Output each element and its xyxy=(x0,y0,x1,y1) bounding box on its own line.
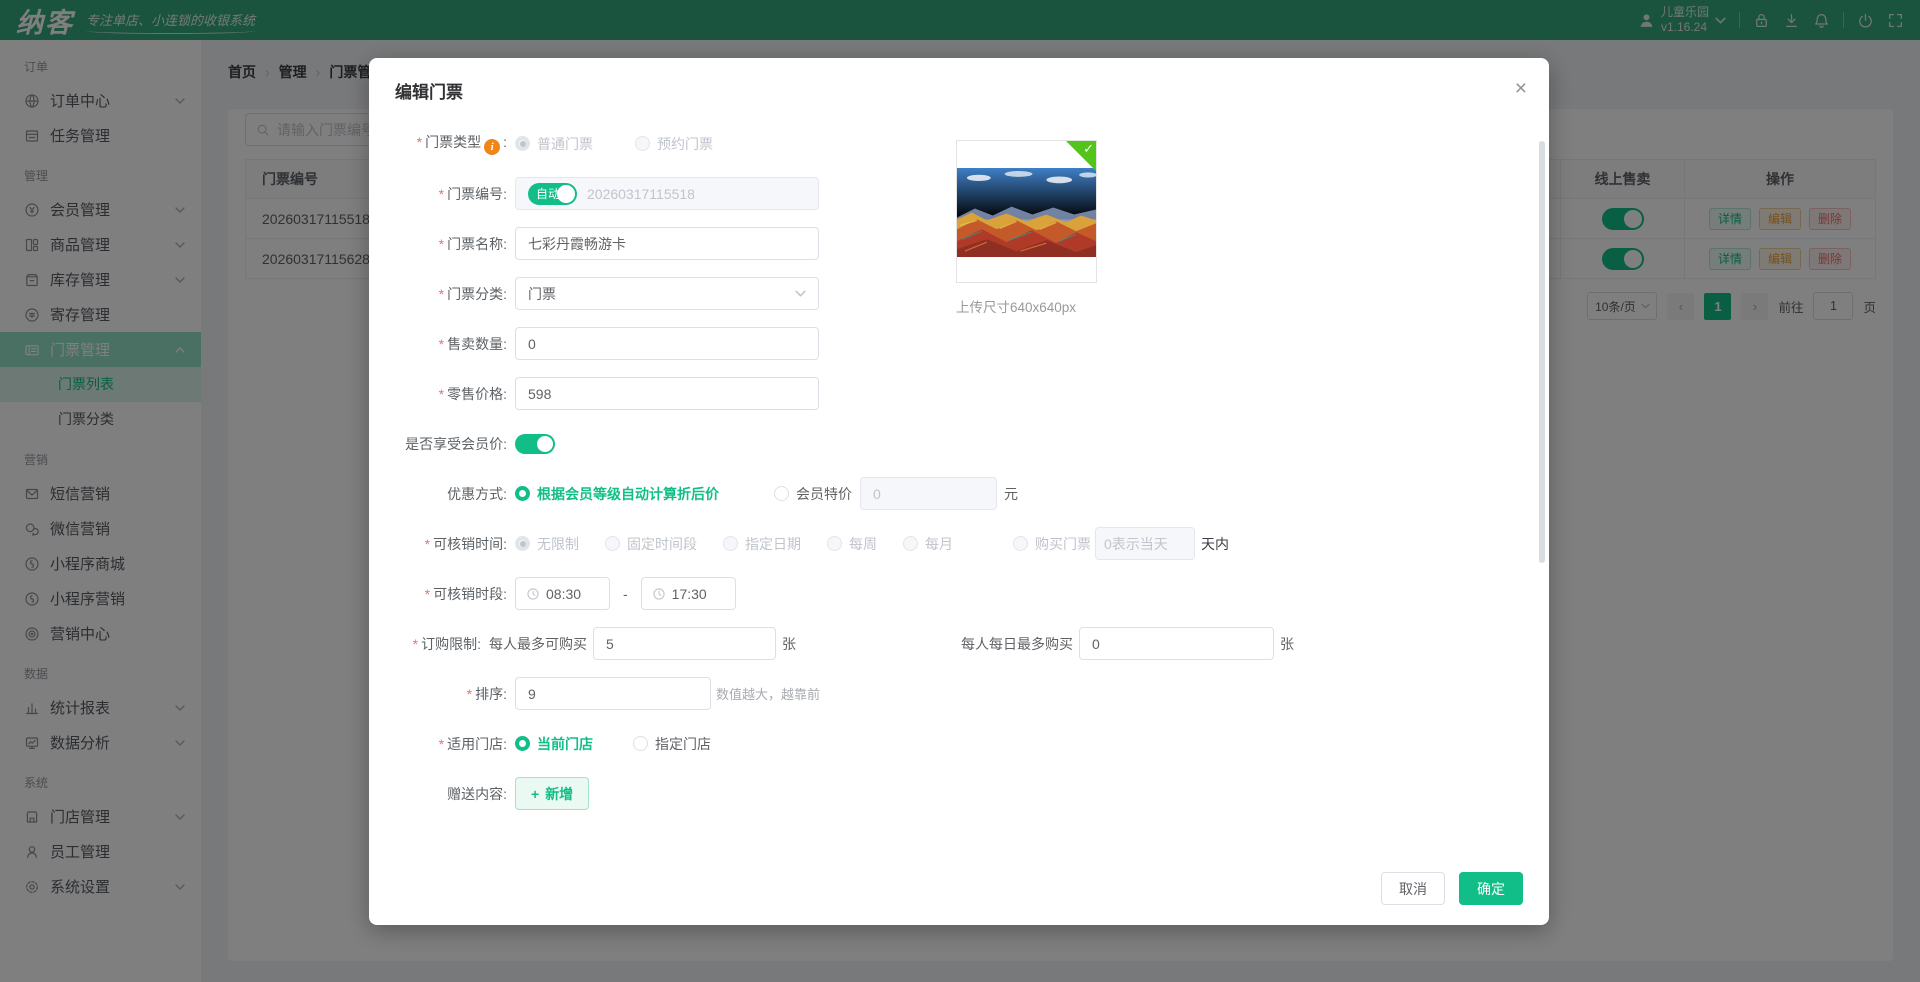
radio-icon xyxy=(903,536,918,551)
radio-label: 当前门店 xyxy=(537,734,593,754)
radio-icon xyxy=(635,136,650,151)
auto-toggle[interactable]: 自动 xyxy=(528,183,577,205)
limit-text-per-person: 每人最多可购买 xyxy=(489,634,587,654)
days-input: 0表示当天 xyxy=(1095,527,1195,560)
radio-label: 预约门票 xyxy=(657,134,713,154)
radio-label: 每月 xyxy=(925,534,953,554)
radio-normal-ticket[interactable]: 普通门票 xyxy=(515,134,593,154)
field-retail-price: 零售价格: 598 xyxy=(395,377,1549,410)
info-icon[interactable]: i xyxy=(484,139,500,155)
ticket-code-input: 自动 20260317115518 xyxy=(515,177,819,210)
sort-hint: 数值越大，越靠前 xyxy=(716,684,820,703)
unit-days: 天内 xyxy=(1201,534,1229,554)
radio-icon xyxy=(515,486,530,501)
radio-label: 每周 xyxy=(849,534,877,554)
field-discount-mode: 优惠方式: 根据会员等级自动计算折后价 会员特价 0 元 xyxy=(395,477,1549,510)
field-purchase-limit: 订购限制: 每人最多可购买 5 张 每人每日最多购买 0 张 xyxy=(395,627,1549,660)
radio-icon xyxy=(515,536,530,551)
field-label: 门票名称: xyxy=(395,234,507,254)
radio-fixed-period: 固定时间段 xyxy=(605,534,697,554)
field-label: 门票分类: xyxy=(395,284,507,304)
radio-icon xyxy=(633,736,648,751)
radio-label: 指定门店 xyxy=(655,734,711,754)
radio-label: 根据会员等级自动计算折后价 xyxy=(537,484,719,504)
modal-scrollbar[interactable] xyxy=(1539,141,1545,563)
radio-auto-discount[interactable]: 根据会员等级自动计算折后价 xyxy=(515,484,719,504)
field-label: 排序: xyxy=(395,684,507,704)
unit-yuan: 元 xyxy=(1004,484,1018,504)
field-gift-content: 赠送内容: + 新增 xyxy=(395,777,1549,810)
radio-current-store[interactable]: 当前门店 xyxy=(515,734,593,754)
radio-icon xyxy=(827,536,842,551)
field-label: 适用门店: xyxy=(395,734,507,754)
check-icon: ✓ xyxy=(1083,141,1094,157)
field-sale-qty: 售卖数量: 0 xyxy=(395,327,1549,360)
sort-input[interactable]: 9 xyxy=(515,677,711,710)
radio-member-special-price[interactable]: 会员特价 xyxy=(774,484,852,504)
member-special-price-input: 0 xyxy=(860,477,997,510)
radio-label: 无限制 xyxy=(537,534,579,554)
retail-price-input[interactable]: 598 xyxy=(515,377,819,410)
field-label: 是否享受会员价: xyxy=(395,434,507,454)
time-separator: - xyxy=(623,586,628,602)
field-label: 门票类型i: xyxy=(395,132,507,155)
edit-ticket-modal: 编辑门票 × 门票类型i: 普通门票 预约门票 门票编号: 自动 2026031… xyxy=(369,58,1549,925)
field-sort: 排序: 9 数值越大，越靠前 xyxy=(395,677,1549,710)
field-label: 门票编号: xyxy=(395,184,507,204)
upload-size-hint: 上传尺寸640x640px xyxy=(956,296,1076,316)
ticket-photo xyxy=(957,168,1096,257)
plus-icon: + xyxy=(531,786,539,802)
cancel-button[interactable]: 取消 xyxy=(1381,872,1445,905)
unit-zhang: 张 xyxy=(782,634,796,654)
field-label: 可核销时间: xyxy=(395,534,507,554)
field-verify-time: 可核销时间: 无限制 固定时间段 指定日期 每周 每月 xyxy=(395,527,1549,560)
radio-label: 会员特价 xyxy=(796,484,852,504)
member-price-toggle[interactable] xyxy=(515,434,555,454)
field-label: 赠送内容: xyxy=(395,784,507,804)
field-applicable-stores: 适用门店: 当前门店 指定门店 xyxy=(395,727,1549,760)
radio-reserve-ticket[interactable]: 预约门票 xyxy=(635,134,713,154)
max-per-person-input[interactable]: 5 xyxy=(593,627,776,660)
modal-title: 编辑门票 xyxy=(395,78,463,103)
limit-text-per-day: 每人每日最多购买 xyxy=(961,634,1073,654)
radio-weekly: 每周 xyxy=(827,534,877,554)
radio-label: 普通门票 xyxy=(537,134,593,154)
radio-icon xyxy=(515,736,530,751)
end-time-picker[interactable]: 17:30 xyxy=(641,577,736,610)
add-gift-button[interactable]: + 新增 xyxy=(515,777,589,810)
radio-label: 购买门票 xyxy=(1035,534,1091,554)
sale-qty-input[interactable]: 0 xyxy=(515,327,819,360)
radio-icon xyxy=(1013,536,1028,551)
start-time-picker[interactable]: 08:30 xyxy=(515,577,610,610)
field-label: 可核销时段: xyxy=(395,584,507,604)
radio-monthly: 每月 xyxy=(903,534,953,554)
unit-zhang: 张 xyxy=(1280,634,1294,654)
clock-icon xyxy=(526,587,540,601)
ticket-code-value: 20260317115518 xyxy=(587,186,695,202)
field-member-price: 是否享受会员价: xyxy=(395,427,1549,460)
radio-specified-date: 指定日期 xyxy=(723,534,801,554)
clock-icon xyxy=(652,587,666,601)
radio-label: 指定日期 xyxy=(745,534,801,554)
field-label: 订购限制: xyxy=(395,634,481,654)
radio-icon xyxy=(605,536,620,551)
confirm-button[interactable]: 确定 xyxy=(1459,872,1523,905)
ticket-category-select[interactable]: 门票 xyxy=(515,277,819,310)
radio-icon xyxy=(515,136,530,151)
ticket-image-upload[interactable]: ✓ xyxy=(956,140,1097,283)
radio-icon xyxy=(723,536,738,551)
close-icon[interactable]: × xyxy=(1515,78,1527,99)
radio-icon xyxy=(774,486,789,501)
radio-specified-store[interactable]: 指定门店 xyxy=(633,734,711,754)
radio-unlimited: 无限制 xyxy=(515,534,579,554)
radio-label: 固定时间段 xyxy=(627,534,697,554)
field-label: 零售价格: xyxy=(395,384,507,404)
field-verify-period: 可核销时段: 08:30 - 17:30 xyxy=(395,577,1549,610)
chevron-down-icon xyxy=(795,290,806,297)
field-label: 售卖数量: xyxy=(395,334,507,354)
field-label: 优惠方式: xyxy=(395,484,507,504)
ticket-name-input[interactable]: 七彩丹霞畅游卡 xyxy=(515,227,819,260)
radio-after-purchase: 购买门票 xyxy=(1013,534,1091,554)
max-per-day-input[interactable]: 0 xyxy=(1079,627,1274,660)
